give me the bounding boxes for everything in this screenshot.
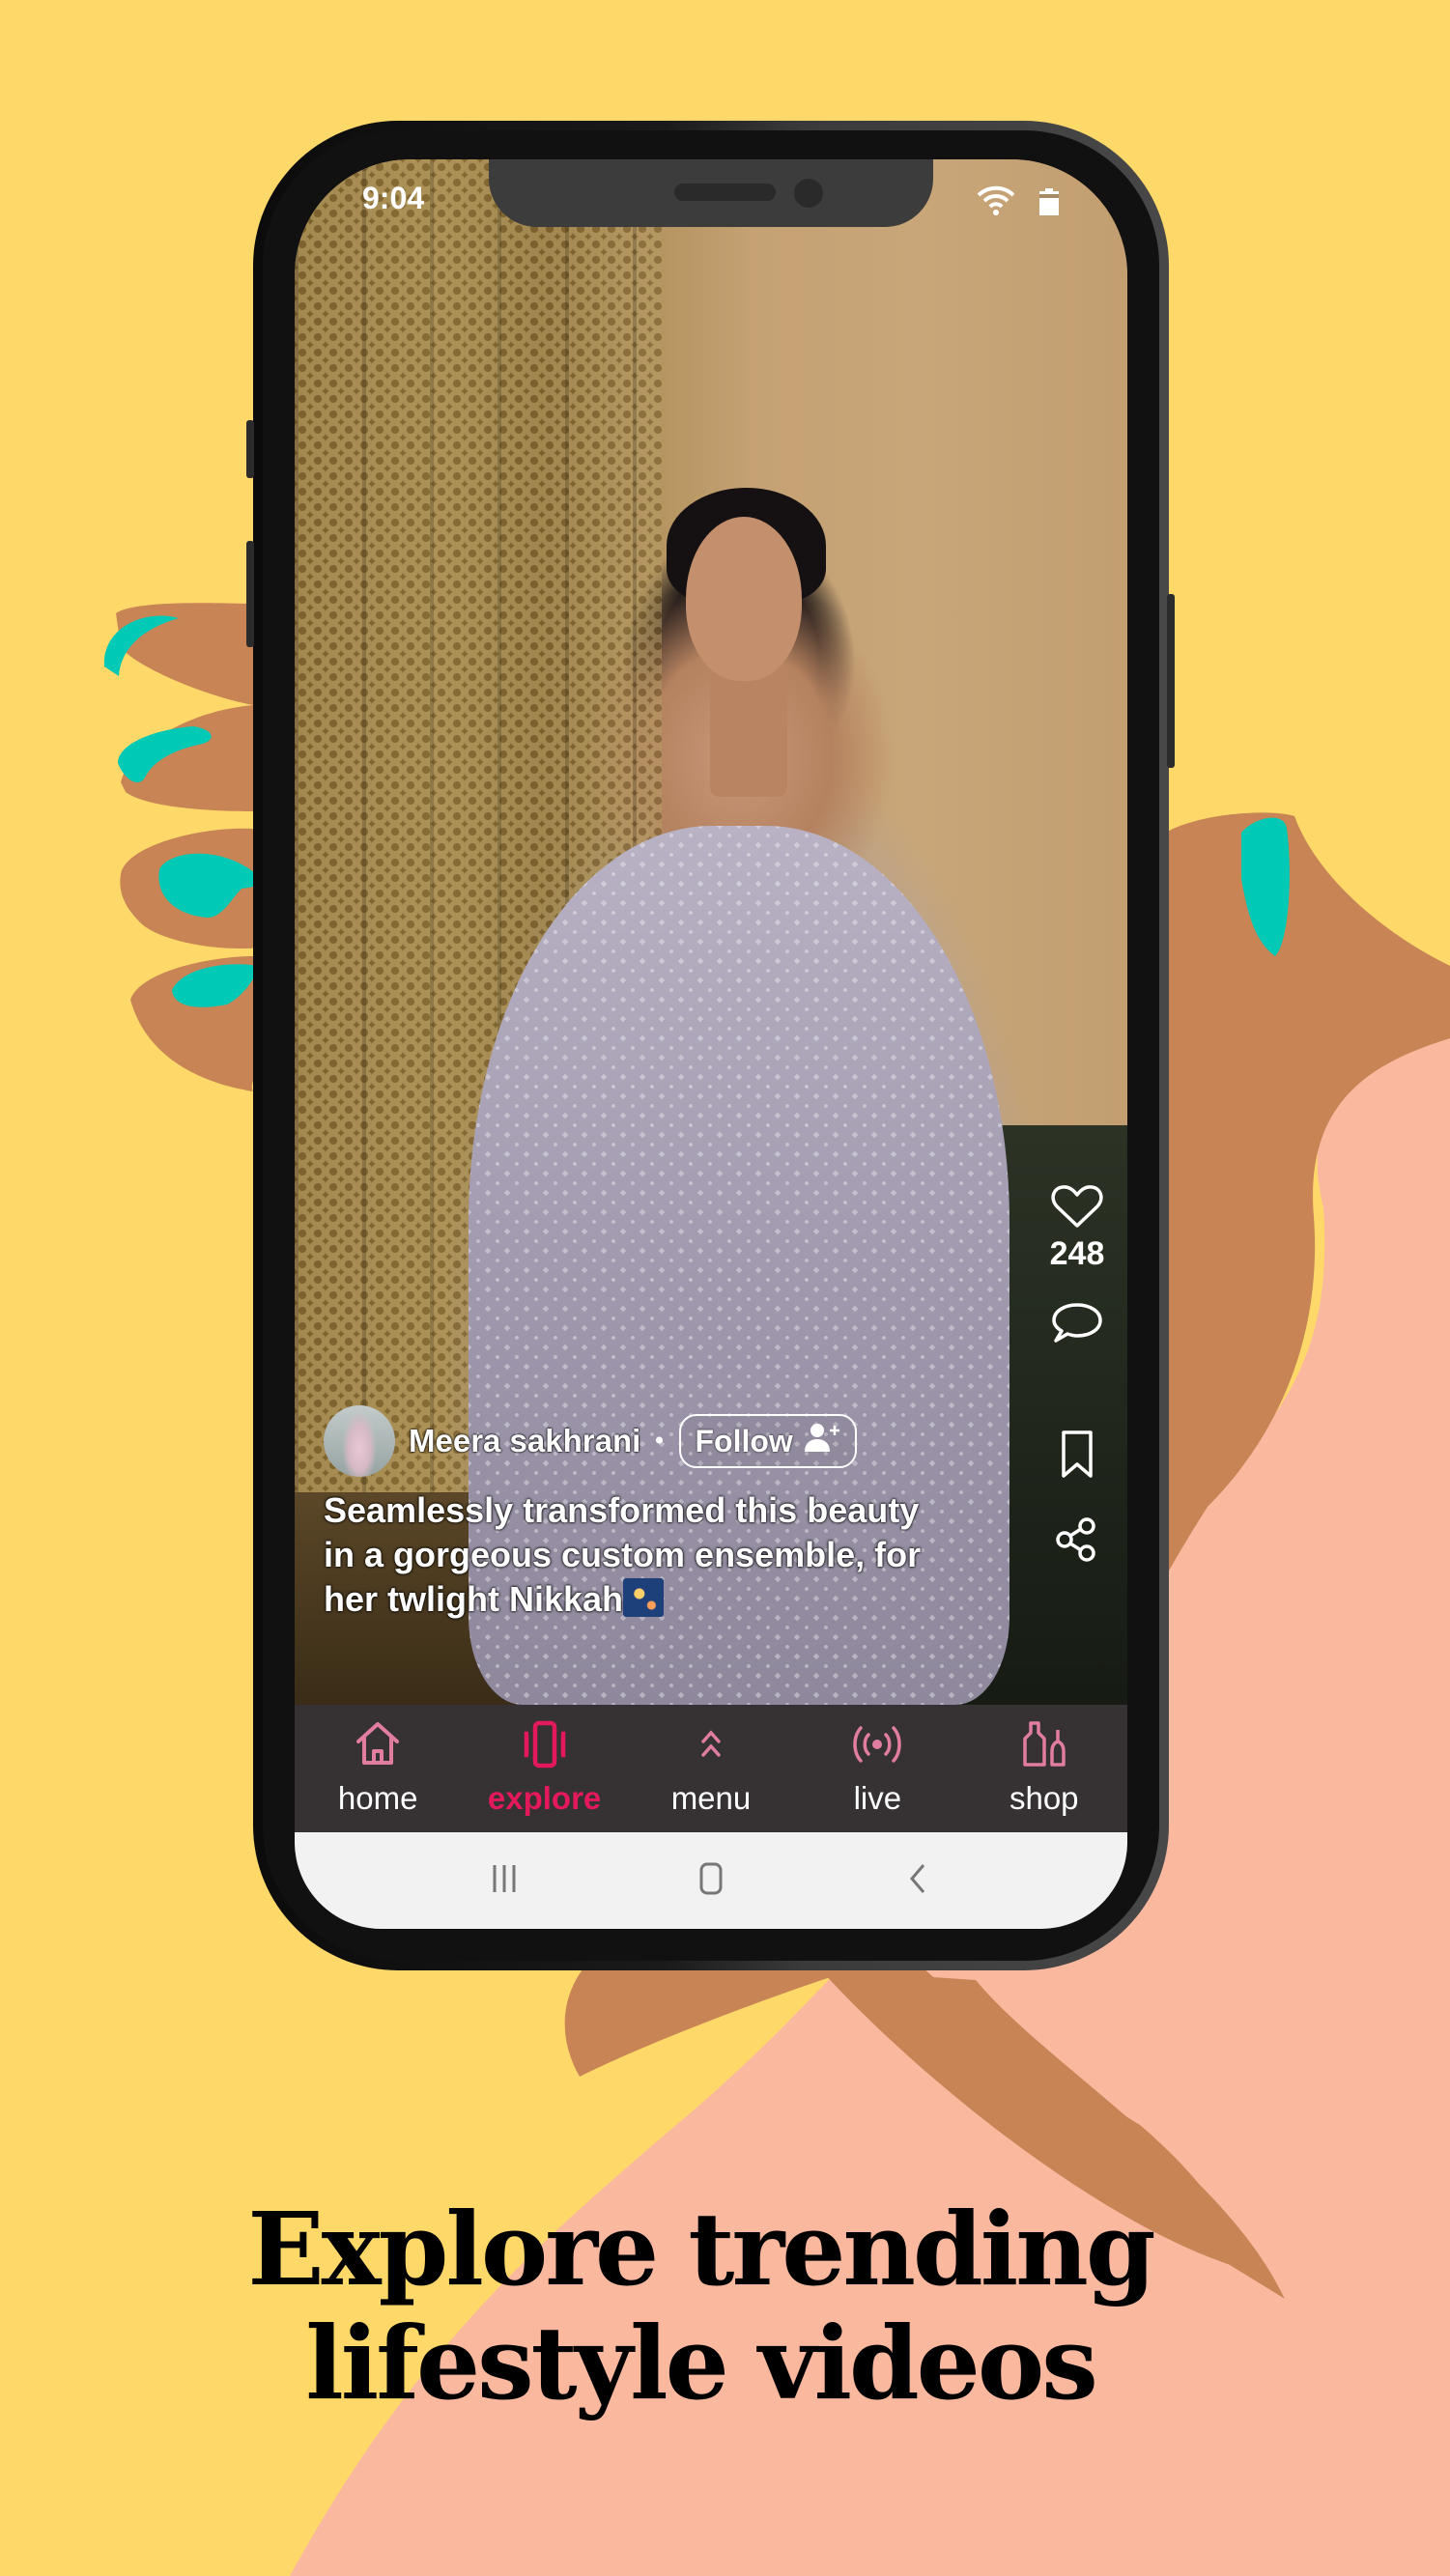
nav-label: menu — [670, 1780, 752, 1816]
wifi-icon — [977, 184, 1015, 219]
chevron-double-up-icon — [687, 1720, 735, 1772]
like-button[interactable]: 248 — [1029, 1183, 1125, 1273]
explore-icon — [521, 1720, 569, 1772]
bookmark-button[interactable] — [1029, 1430, 1125, 1484]
finger-2 — [118, 705, 265, 811]
follow-label: Follow — [695, 1423, 793, 1458]
like-count: 248 — [1049, 1235, 1105, 1272]
promo-headline: Explore trending lifestyle videos — [0, 2193, 1401, 2420]
status-icons — [977, 184, 1060, 219]
phone-notch — [489, 159, 933, 227]
add-user-icon — [803, 1422, 841, 1460]
nav-label: live — [853, 1780, 902, 1816]
live-broadcast-icon — [850, 1720, 904, 1772]
post-caption: Seamlessly transformed this beauty in a … — [324, 1488, 923, 1622]
action-rail: 248 — [1029, 1183, 1125, 1567]
phone-volume-up-button — [246, 541, 254, 647]
nav-menu[interactable]: menu — [639, 1705, 783, 1817]
nav-live[interactable]: live — [805, 1705, 950, 1817]
headline-line-1: Explore trending — [247, 2190, 1155, 2308]
comment-icon — [1050, 1300, 1104, 1350]
nav-label: home — [337, 1780, 418, 1816]
nav-label: shop — [1009, 1780, 1079, 1816]
comment-button[interactable] — [1029, 1300, 1125, 1350]
speaker-grille — [674, 184, 776, 201]
fireworks-emoji — [623, 1578, 665, 1617]
video-subject-face — [686, 517, 802, 681]
author-row: Meera sakhrani • Follow — [324, 1405, 857, 1477]
home-circle-icon[interactable] — [692, 1859, 730, 1902]
nav-home[interactable]: home — [305, 1705, 450, 1817]
front-camera — [794, 179, 823, 208]
bookmark-icon — [1056, 1430, 1098, 1484]
headline-line-2: lifestyle videos — [305, 2304, 1098, 2422]
battery-icon — [1038, 188, 1060, 219]
heart-icon — [1050, 1183, 1104, 1233]
phone-power-button — [1167, 594, 1175, 768]
share-icon — [1054, 1516, 1100, 1567]
nav-label: explore — [487, 1780, 602, 1816]
share-button[interactable] — [1029, 1516, 1125, 1567]
system-nav-bar — [295, 1832, 1127, 1929]
bottom-nav: home explore menu live shop — [295, 1705, 1127, 1832]
home-icon — [354, 1720, 402, 1772]
nav-shop[interactable]: shop — [972, 1705, 1117, 1817]
back-icon[interactable] — [898, 1859, 937, 1902]
phone-screen: 9:04 248 Meera sakhrani • Follow Seamles… — [295, 159, 1127, 1929]
avatar[interactable] — [324, 1405, 395, 1477]
nav-explore[interactable]: explore — [472, 1705, 617, 1817]
shop-bottles-icon — [1017, 1720, 1071, 1772]
author-name[interactable]: Meera sakhrani — [409, 1423, 640, 1459]
finger-1 — [103, 603, 253, 705]
recents-icon[interactable] — [485, 1859, 524, 1902]
separator-dot: • — [652, 1428, 667, 1455]
status-time: 9:04 — [362, 181, 425, 215]
follow-button[interactable]: Follow — [679, 1414, 857, 1468]
phone-side-button — [246, 420, 254, 478]
